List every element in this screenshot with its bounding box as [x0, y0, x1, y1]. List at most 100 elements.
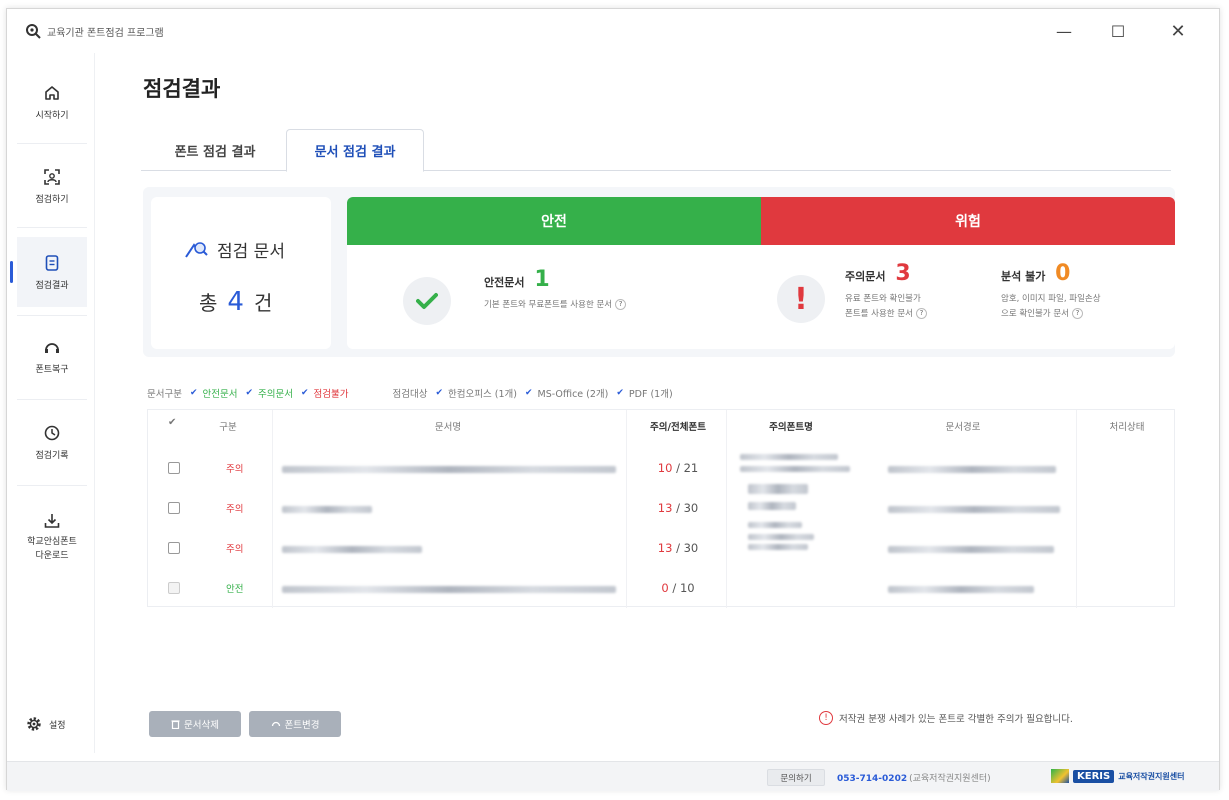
gear-icon: [27, 717, 41, 731]
header-status: 처리상태: [1109, 422, 1145, 433]
total-count: 10: [679, 581, 695, 595]
contact-button[interactable]: 문의하기: [767, 769, 825, 786]
row-checkbox[interactable]: [168, 502, 180, 514]
caution-font-name-redacted: [740, 454, 838, 460]
help-icon[interactable]: ?: [615, 299, 627, 310]
row-checkbox[interactable]: [168, 462, 180, 474]
document-search-icon: [185, 241, 208, 258]
filter-caution[interactable]: ✔ 주의문서: [237, 386, 293, 400]
document-name-redacted: [282, 546, 422, 553]
filter-unable[interactable]: ✔ 점검불가: [293, 386, 349, 400]
delete-document-label: 문서삭제: [184, 720, 219, 731]
caution-font-name-redacted: [740, 466, 850, 472]
sidebar-item-label: 폰트복구: [35, 364, 69, 375]
filter-safe[interactable]: ✔ 안전문서: [182, 386, 238, 400]
sidebar-item-history[interactable]: 점검기록: [17, 407, 87, 477]
caution-description-line1: 유료 폰트와 확인불가: [845, 294, 921, 304]
total-documents-count: 총 4 건: [199, 287, 272, 317]
window-title: 교육기관 폰트점검 프로그램: [47, 27, 164, 39]
restore-icon: [45, 342, 59, 353]
filter-hancom[interactable]: ✔ 한컴오피스 (1개): [427, 386, 516, 400]
filter-pdf[interactable]: ✔ PDF (1개): [608, 386, 672, 400]
table-row[interactable]: 주의 13 / 30: [148, 534, 1174, 566]
header-document-path: 문서경로: [945, 422, 981, 433]
sidebar-item-start[interactable]: 시작하기: [17, 67, 87, 137]
select-all-checkbox[interactable]: ✔: [168, 417, 180, 429]
sidebar-item-label: 점검결과: [35, 280, 69, 291]
filter-hancom-label: 한컴오피스 (1개): [448, 389, 517, 400]
settings-label: 설정: [49, 720, 66, 731]
divider: [17, 485, 87, 486]
copyright-notice: ! 저작권 분쟁 사례가 있는 폰트로 각별한 주의가 필요합니다.: [819, 711, 1073, 725]
sidebar-item-results[interactable]: 점검결과: [17, 237, 87, 307]
filter-safe-label: 안전문서: [202, 389, 238, 400]
filter-ms-office[interactable]: ✔ MS-Office (2개): [517, 386, 608, 400]
warn-count: 10: [657, 461, 673, 475]
total-suffix: 건: [253, 291, 273, 315]
table-row[interactable]: 주의 10 / 21: [148, 454, 1174, 486]
target-filter-label: 점검대상: [392, 389, 428, 400]
unable-count: 0: [1055, 261, 1071, 286]
document-path-redacted: [888, 506, 1060, 513]
app-window: 교육기관 폰트점검 프로그램 — ☐ ✕ 시작하기 점검하기 점검결과 폰트복구…: [6, 8, 1220, 791]
delete-document-button[interactable]: 문서삭제: [149, 711, 241, 737]
document-name-redacted: [282, 586, 616, 593]
total-documents-heading: 점검 문서: [183, 237, 285, 262]
unable-stat: 분석 불가 0 암호, 이미지 파일, 파일손상 으로 확인불가 문서?: [1001, 261, 1101, 322]
total-count: 21: [683, 461, 699, 475]
row-checkbox[interactable]: [168, 582, 180, 594]
title-bar: 교육기관 폰트점검 프로그램 — ☐ ✕: [7, 9, 1219, 53]
sidebar-item-restore[interactable]: 폰트복구: [17, 321, 87, 391]
header-caution-font-name: 주의폰트명: [769, 422, 813, 433]
minimize-button[interactable]: —: [1049, 19, 1079, 43]
warn-count: 13: [657, 501, 673, 515]
copyright-notice-text: 저작권 분쟁 사례가 있는 폰트로 각별한 주의가 필요합니다.: [839, 714, 1073, 725]
phone-number: 053-714-0202: [837, 774, 908, 784]
ratio-separator: /: [672, 581, 677, 595]
ratio-separator: /: [676, 541, 680, 555]
row-checkbox[interactable]: [168, 542, 180, 554]
checkmark-icon: ✔: [616, 388, 624, 398]
safe-label: 안전문서: [484, 276, 525, 289]
document-path-redacted: [888, 546, 1054, 553]
contact-phone: 053-714-0202 (교육저작권지원센터): [837, 771, 991, 784]
sidebar-item-check[interactable]: 점검하기: [17, 151, 87, 221]
table-row[interactable]: 주의 13 / 30: [148, 494, 1174, 526]
divider: [17, 399, 87, 400]
filter-ms-office-label: MS-Office (2개): [537, 389, 609, 400]
sidebar: 시작하기 점검하기 점검결과 폰트복구 점검기록 학교안심폰트 다운로드 설정: [7, 53, 95, 753]
caution-font-name-redacted: [748, 484, 808, 494]
close-button[interactable]: ✕: [1163, 19, 1193, 43]
settings-button[interactable]: 설정: [25, 715, 66, 733]
change-font-label: 폰트변경: [284, 720, 320, 731]
maximize-button[interactable]: ☐: [1103, 19, 1133, 43]
total-documents-label: 점검 문서: [217, 242, 285, 262]
filter-bar: 문서구분 ✔ 안전문서 ✔ 주의문서 ✔ 점검불가 점검대상 ✔ 한컴오피스 (1개) …: [147, 386, 673, 400]
tab-document-results[interactable]: 문서 점검 결과: [286, 129, 424, 172]
help-icon[interactable]: ?: [915, 308, 927, 319]
row-font-ratio: 0 / 10: [638, 581, 718, 595]
checkmark-icon: ✔: [245, 388, 254, 398]
filter-unable-label: 점검불가: [313, 389, 349, 400]
change-font-button[interactable]: 폰트변경: [249, 711, 341, 737]
filter-pdf-label: PDF (1개): [628, 389, 673, 400]
download-icon: [44, 513, 60, 528]
warn-count: 0: [661, 581, 669, 595]
help-icon[interactable]: ?: [1071, 308, 1083, 319]
keris-logo-text: 교육저작권지원센터: [1118, 771, 1185, 781]
unable-description-line2: 으로 확인불가 문서: [1001, 309, 1069, 319]
table-row[interactable]: 안전 0 / 10: [148, 574, 1174, 606]
tab-font-results[interactable]: 폰트 점검 결과: [149, 129, 281, 171]
caution-font-name-redacted: [748, 502, 796, 510]
keris-mark-icon: [1051, 769, 1069, 783]
caution-description-line2: 폰트를 사용한 문서: [845, 309, 913, 319]
checkmark-icon: ✔: [301, 388, 309, 398]
sidebar-item-safe-font-download[interactable]: 학교안심폰트 다운로드: [17, 497, 87, 575]
document-name-redacted: [282, 466, 616, 473]
header-type: 구분: [219, 422, 237, 433]
ratio-separator: /: [676, 501, 680, 515]
row-type: 안전: [226, 584, 244, 595]
divider: [17, 315, 87, 316]
row-font-ratio: 10 / 21: [638, 461, 718, 475]
header-font-ratio: 주의/전체폰트: [650, 422, 706, 433]
